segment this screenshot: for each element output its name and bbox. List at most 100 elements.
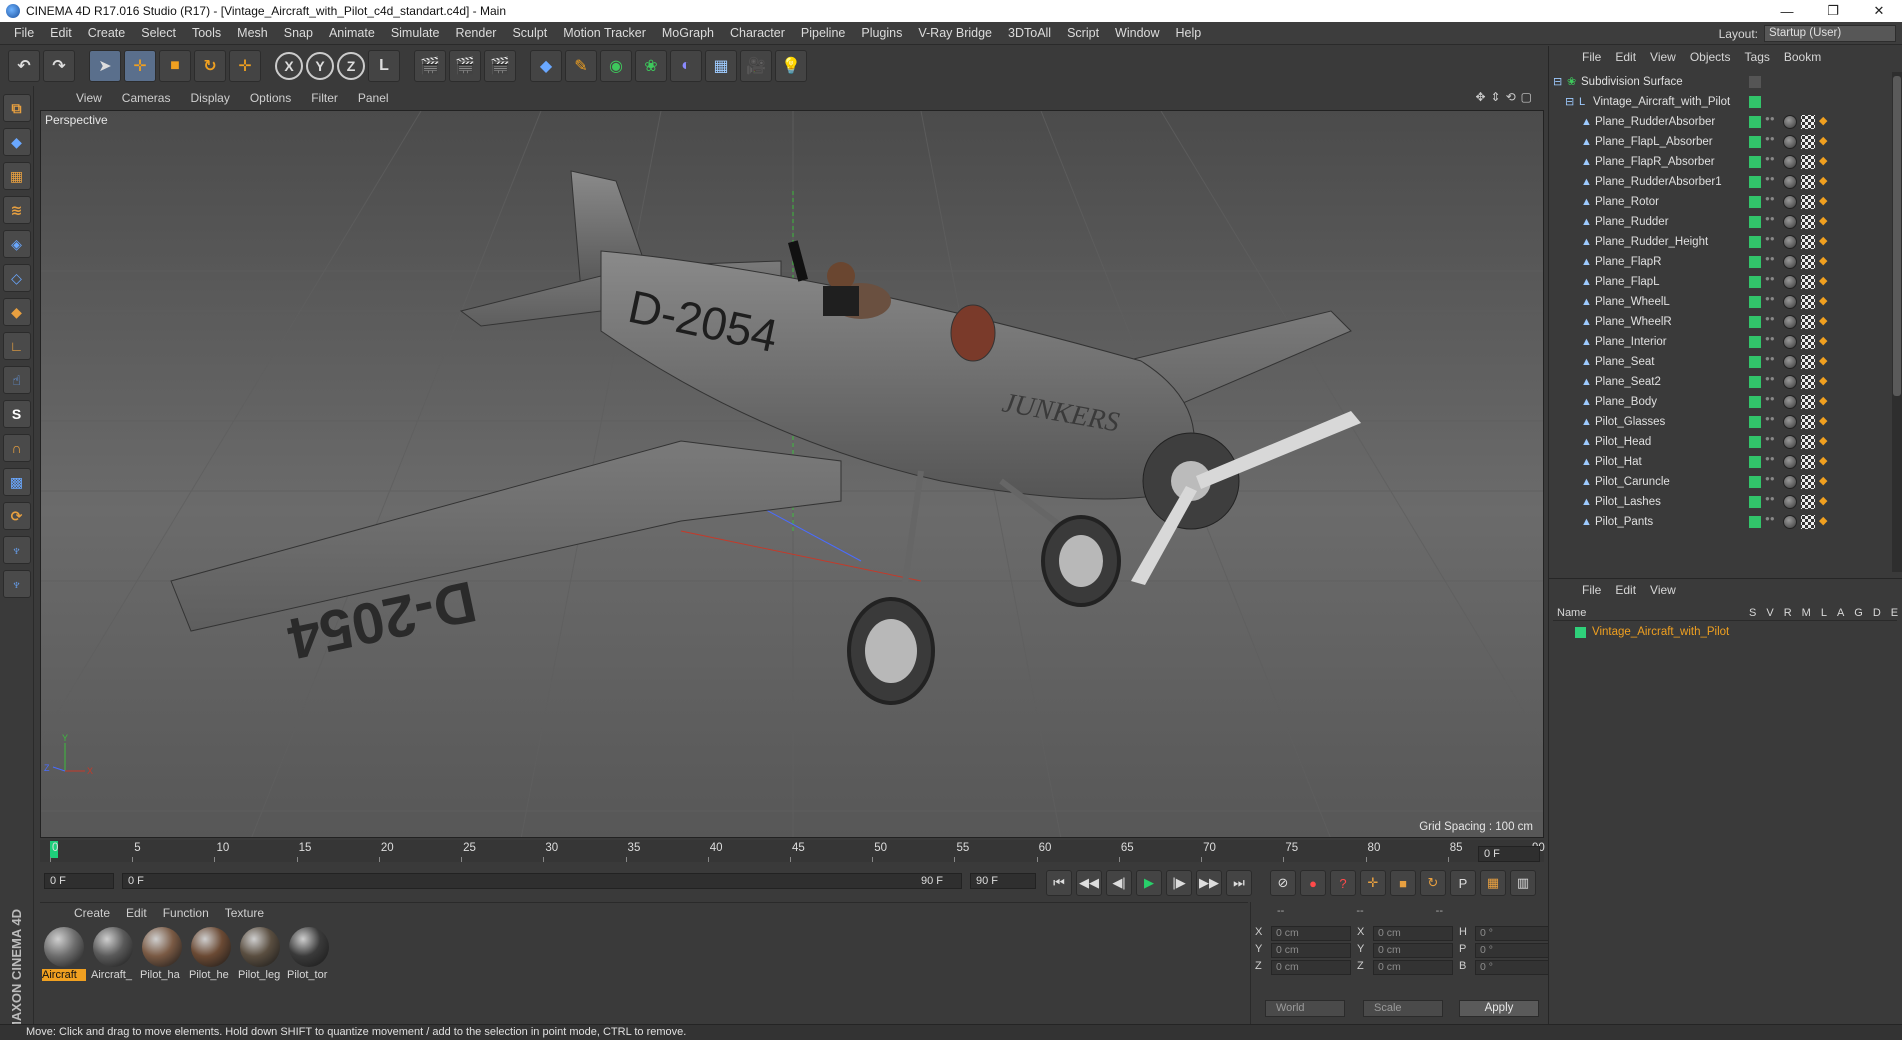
uvw-tag-icon[interactable] <box>1801 315 1815 329</box>
object-menu-view[interactable]: View <box>1643 50 1683 64</box>
coordinate-mode-dropdown[interactable]: World <box>1265 1000 1345 1017</box>
enable-check[interactable] <box>1749 96 1761 108</box>
object-row[interactable]: ▲ Pilot_Hat ●● ◆ <box>1553 452 1893 472</box>
previous-frame-icon[interactable]: ◀| <box>1106 870 1132 896</box>
material-menu-function[interactable]: Function <box>155 906 217 920</box>
material-swatch[interactable]: Pilot_he <box>189 927 233 981</box>
material-swatch[interactable]: Pilot_leg <box>238 927 282 981</box>
viewport-menu-display[interactable]: Display <box>180 91 239 105</box>
enable-check[interactable] <box>1749 76 1761 88</box>
material-swatch[interactable]: Aircraft_ <box>91 927 135 981</box>
snap-icon[interactable]: ∩ <box>2 434 31 462</box>
rotate-tool-icon[interactable]: ↻ <box>194 50 226 82</box>
model-mode-icon[interactable]: ◆ <box>2 128 31 156</box>
material-tag-icon[interactable] <box>1783 375 1797 389</box>
material-tag-icon[interactable] <box>1783 455 1797 469</box>
visibility-check[interactable] <box>1749 436 1761 448</box>
size-mode-dropdown[interactable]: Scale <box>1363 1000 1443 1017</box>
uvw-tag-icon[interactable] <box>1801 455 1815 469</box>
menu-pipeline[interactable]: Pipeline <box>793 26 853 40</box>
layout-dropdown[interactable]: Startup (User) <box>1764 25 1896 42</box>
object-menu-bookm[interactable]: Bookm <box>1777 50 1828 64</box>
render-dots-icon[interactable]: ●● <box>1765 295 1775 308</box>
material-tag-icon[interactable] <box>1783 515 1797 529</box>
material-tag-icon[interactable] <box>1783 155 1797 169</box>
layer-column-s[interactable]: S <box>1749 607 1756 619</box>
render-dots-icon[interactable]: ●● <box>1765 135 1775 148</box>
uvw-tag-icon[interactable] <box>1801 235 1815 249</box>
key-scale-icon[interactable]: ■ <box>1390 870 1416 896</box>
material-swatch[interactable]: Pilot_ha <box>140 927 184 981</box>
undo-icon[interactable]: ↶ <box>8 50 40 82</box>
uvw-tag-icon[interactable] <box>1801 195 1815 209</box>
render-dots-icon[interactable]: ●● <box>1765 235 1775 248</box>
visibility-check[interactable] <box>1749 496 1761 508</box>
key-pla-icon[interactable]: ▦ <box>1480 870 1506 896</box>
object-row[interactable]: ▲ Plane_FlapR_Absorber ●● ◆ <box>1553 152 1893 172</box>
material-tag-icon[interactable] <box>1783 235 1797 249</box>
material-tag-icon[interactable] <box>1783 215 1797 229</box>
render-view-icon[interactable]: 🎬 <box>414 50 446 82</box>
render-dots-icon[interactable]: ●● <box>1765 415 1775 428</box>
phong-tag-icon[interactable]: ◆ <box>1819 296 1831 308</box>
material-swatch[interactable]: Pilot_tor <box>287 927 331 981</box>
tree-group-item[interactable]: ⊟ L Vintage_Aircraft_with_Pilot <box>1553 92 1893 112</box>
object-row[interactable]: ▲ Pilot_Pants ●● ◆ <box>1553 512 1893 532</box>
orbit-icon[interactable]: ⟲ <box>1506 90 1516 104</box>
material-tag-icon[interactable] <box>1783 395 1797 409</box>
phong-tag-icon[interactable]: ◆ <box>1819 116 1831 128</box>
phong-tag-icon[interactable]: ◆ <box>1819 316 1831 328</box>
rotation-field[interactable]: 0 ° <box>1475 960 1555 975</box>
phong-tag-icon[interactable]: ◆ <box>1819 236 1831 248</box>
phong-tag-icon[interactable]: ◆ <box>1819 416 1831 428</box>
layer-column-v[interactable]: V <box>1766 607 1773 619</box>
uvw-tag-icon[interactable] <box>1801 335 1815 349</box>
phong-tag-icon[interactable]: ◆ <box>1819 396 1831 408</box>
position-field[interactable]: 0 cm <box>1271 943 1351 958</box>
phong-tag-icon[interactable]: ◆ <box>1819 276 1831 288</box>
uvw-tag-icon[interactable] <box>1801 435 1815 449</box>
visibility-check[interactable] <box>1749 196 1761 208</box>
menu-create[interactable]: Create <box>80 26 134 40</box>
zoom-icon[interactable]: ⇕ <box>1491 90 1501 104</box>
object-row[interactable]: ▲ Pilot_Glasses ●● ◆ <box>1553 412 1893 432</box>
viewport-menu-filter[interactable]: Filter <box>301 91 348 105</box>
visibility-check[interactable] <box>1749 476 1761 488</box>
menu-help[interactable]: Help <box>1168 26 1210 40</box>
menu-simulate[interactable]: Simulate <box>383 26 448 40</box>
redo-icon[interactable]: ↷ <box>43 50 75 82</box>
coordinate-system-icon[interactable]: L <box>368 50 400 82</box>
frame-range-slider[interactable]: 0 F 90 F <box>122 873 962 889</box>
material-menu-edit[interactable]: Edit <box>118 906 155 920</box>
menu-mograph[interactable]: MoGraph <box>654 26 722 40</box>
size-field[interactable]: 0 cm <box>1373 943 1453 958</box>
phong-tag-icon[interactable]: ◆ <box>1819 376 1831 388</box>
uvw-tag-icon[interactable] <box>1801 215 1815 229</box>
tweak-mode-icon[interactable]: ☝ <box>2 366 31 394</box>
object-row[interactable]: ▲ Pilot_Head ●● ◆ <box>1553 432 1893 452</box>
phong-tag-icon[interactable]: ◆ <box>1819 476 1831 488</box>
viewport-menu-view[interactable]: View <box>66 91 112 105</box>
y-axis-lock-icon[interactable]: Y <box>306 52 334 80</box>
render-dots-icon[interactable]: ●● <box>1765 375 1775 388</box>
uvw-tag-icon[interactable] <box>1801 175 1815 189</box>
render-dots-icon[interactable]: ●● <box>1765 115 1775 128</box>
object-menu-tags[interactable]: Tags <box>1738 50 1777 64</box>
object-row[interactable]: ▲ Plane_Interior ●● ◆ <box>1553 332 1893 352</box>
uvw-tag-icon[interactable] <box>1801 415 1815 429</box>
render-dots-icon[interactable]: ●● <box>1765 215 1775 228</box>
deformer-icon[interactable]: ◐ <box>670 50 702 82</box>
object-menu-objects[interactable]: Objects <box>1683 50 1738 64</box>
uvw-tag-icon[interactable] <box>1801 355 1815 369</box>
material-tag-icon[interactable] <box>1783 315 1797 329</box>
menu-motion-tracker[interactable]: Motion Tracker <box>555 26 654 40</box>
render-dots-icon[interactable]: ●● <box>1765 315 1775 328</box>
material-tag-icon[interactable] <box>1783 115 1797 129</box>
python-icon[interactable]: ♆ <box>2 536 31 564</box>
visibility-check[interactable] <box>1749 256 1761 268</box>
play-icon[interactable]: ▶ <box>1136 870 1162 896</box>
visibility-check[interactable] <box>1749 336 1761 348</box>
size-field[interactable]: 0 cm <box>1373 960 1453 975</box>
render-dots-icon[interactable]: ●● <box>1765 335 1775 348</box>
render-dots-icon[interactable]: ●● <box>1765 395 1775 408</box>
